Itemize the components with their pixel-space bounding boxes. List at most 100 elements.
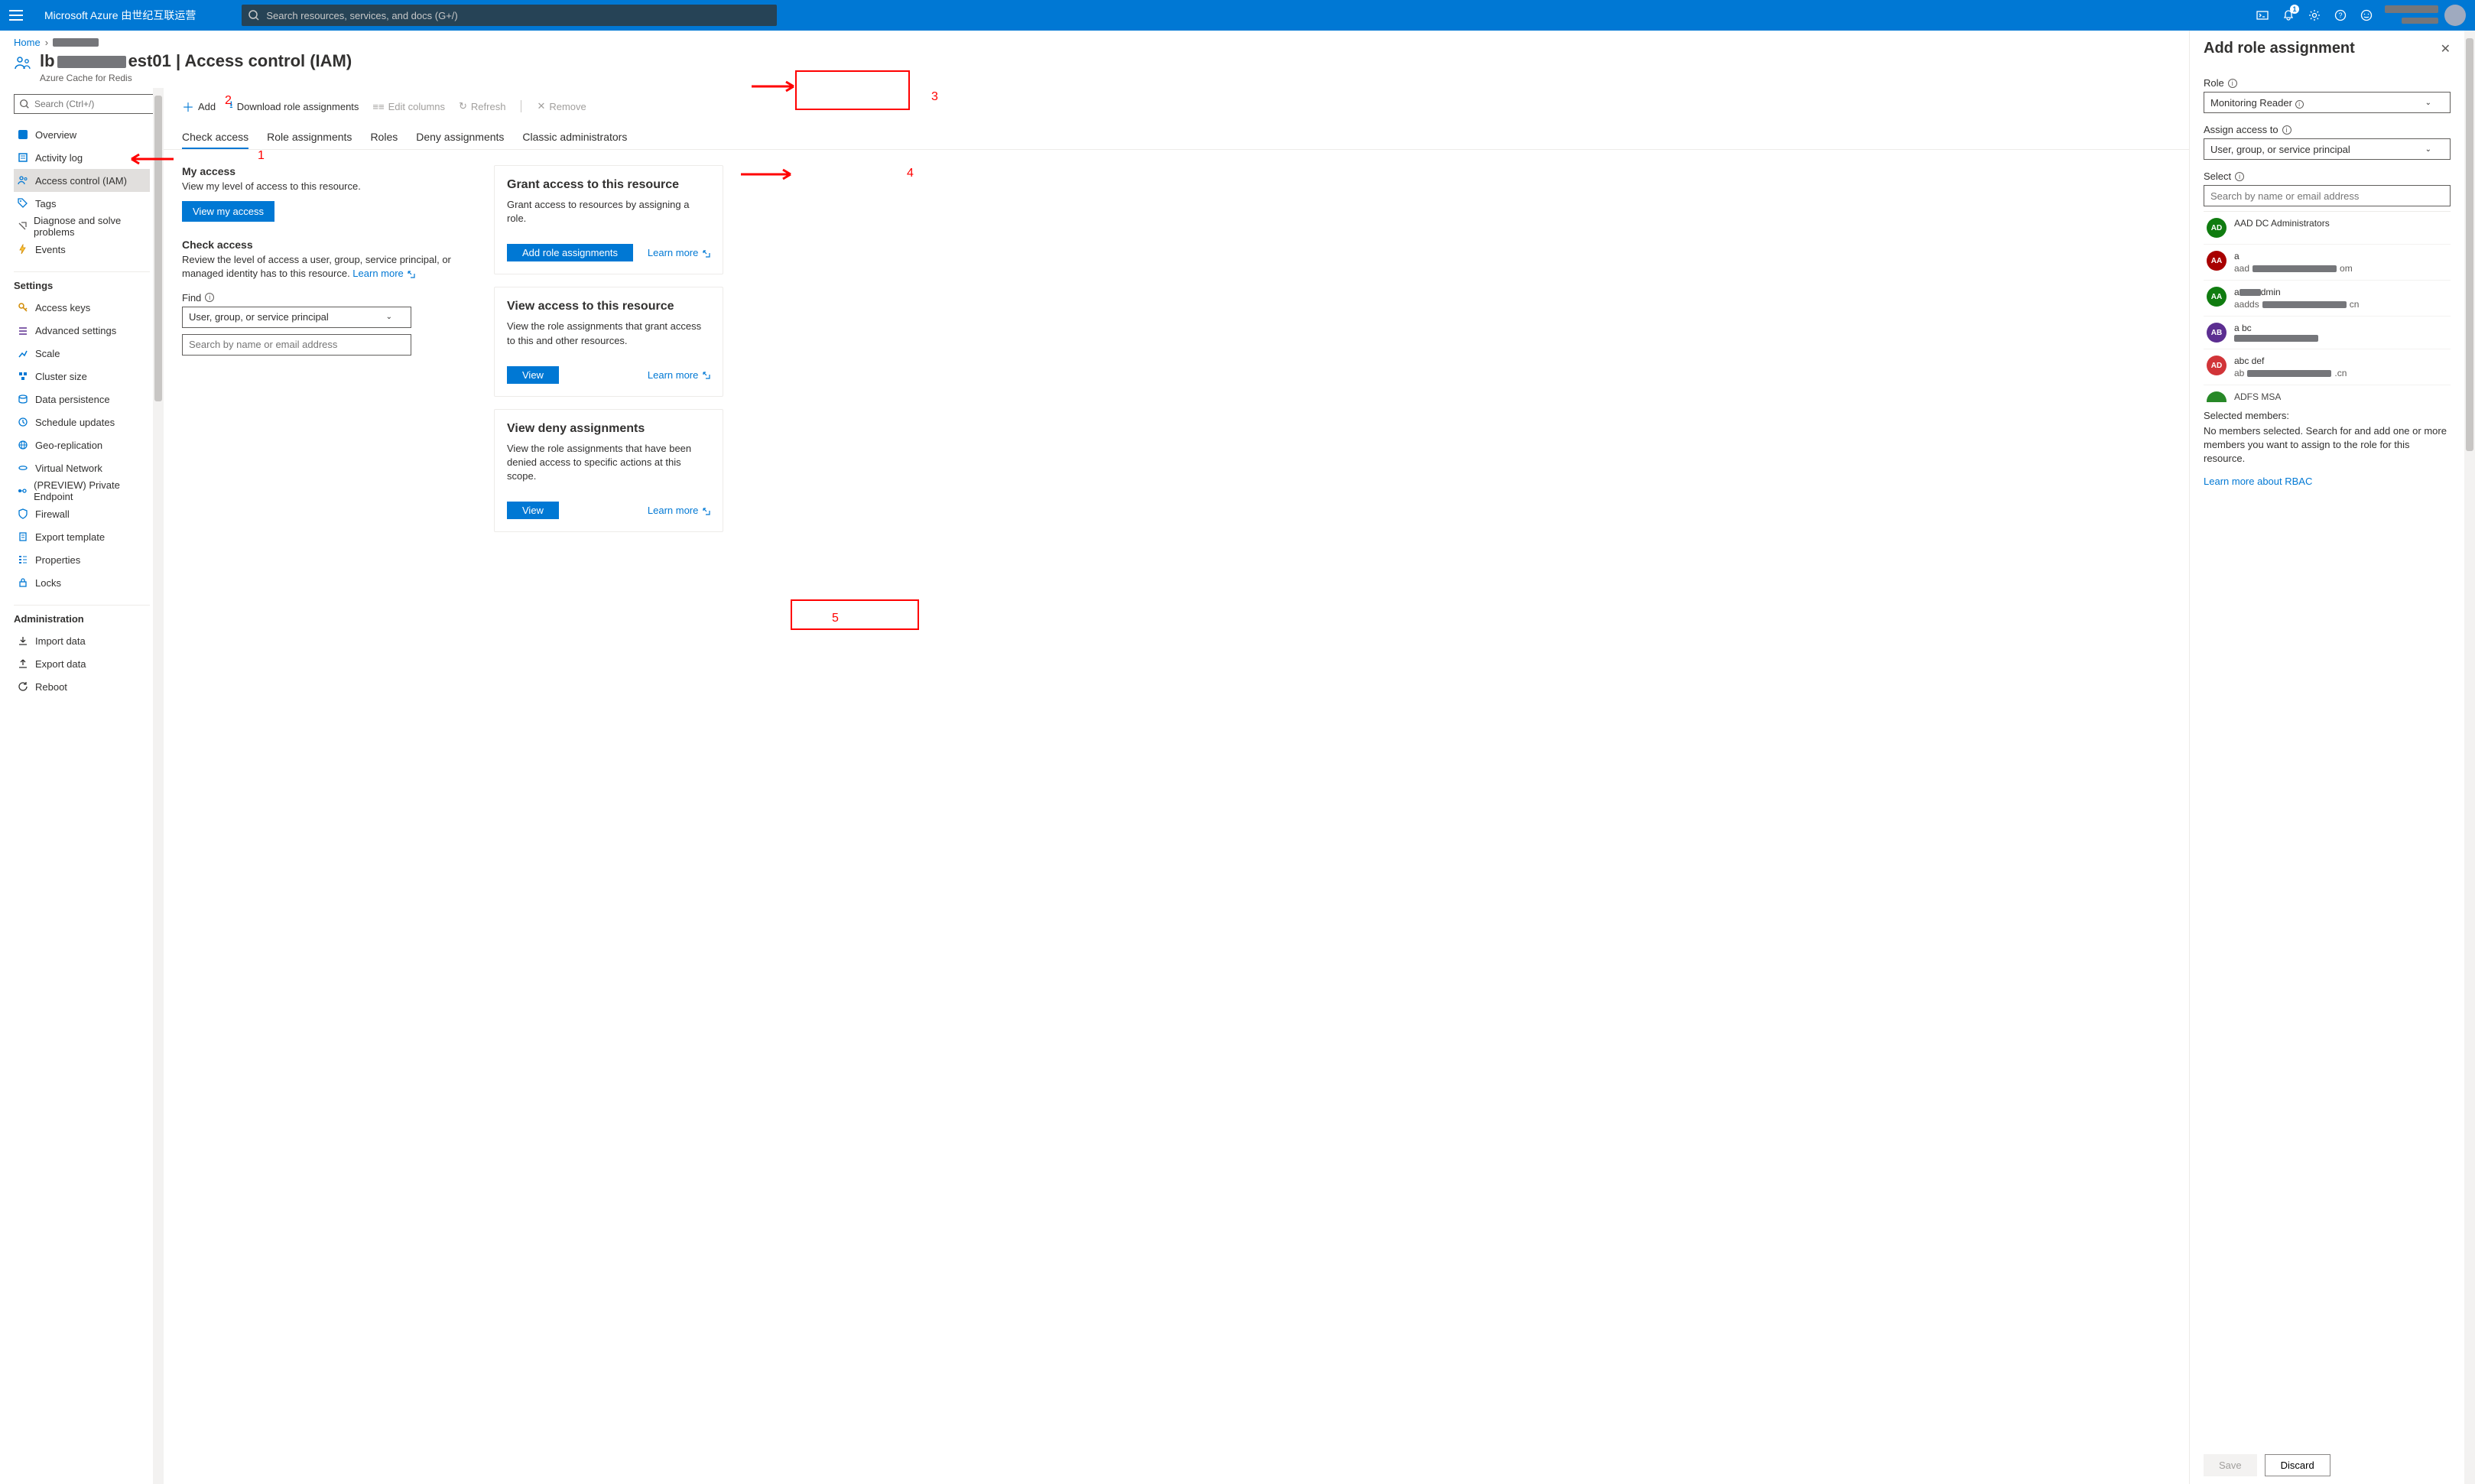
sidebar-item-access-keys[interactable]: Access keys — [14, 296, 150, 319]
role-select[interactable]: Monitoring Reader i⌄ — [2204, 92, 2451, 113]
info-icon[interactable]: i — [205, 293, 214, 302]
feedback-icon[interactable] — [2359, 8, 2374, 23]
tab-classic-admins[interactable]: Classic administrators — [522, 126, 627, 149]
global-search-input[interactable] — [242, 5, 777, 26]
card-desc: View the role assignments that grant acc… — [507, 320, 710, 347]
breadcrumb: Home › — [0, 31, 2475, 51]
avatar — [2207, 391, 2227, 402]
tabs: Check access Role assignments Roles Deny… — [164, 123, 2475, 150]
sidebar-item-activity-log[interactable]: Activity log — [14, 146, 150, 169]
global-search[interactable] — [242, 5, 777, 26]
discard-button[interactable]: Discard — [2265, 1454, 2330, 1476]
selected-members-desc: No members selected. Search for and add … — [2204, 424, 2451, 466]
breadcrumb-home[interactable]: Home — [14, 37, 41, 48]
card-title: View access to this resource — [507, 300, 710, 313]
sidebar-item-schedule-updates[interactable]: Schedule updates — [14, 411, 150, 434]
sidebar-item-label: Firewall — [35, 508, 70, 520]
card-title: Grant access to this resource — [507, 178, 710, 192]
menu-scrollbar[interactable] — [153, 88, 164, 1484]
tags-icon — [17, 197, 29, 209]
principal-name: abc def — [2234, 356, 2347, 366]
help-icon[interactable]: ? — [2333, 8, 2348, 23]
account-menu[interactable] — [2385, 5, 2466, 27]
principal-name: a — [2234, 251, 2353, 261]
remove-button[interactable]: ✕Remove — [537, 100, 586, 112]
principal-item[interactable]: AAadminaaddscn — [2204, 281, 2451, 317]
sidebar-item-cluster-size[interactable]: Cluster size — [14, 365, 150, 388]
learn-more-link[interactable]: Learn more — [352, 268, 415, 279]
resource-menu-search[interactable] — [14, 94, 153, 114]
info-icon[interactable]: i — [2228, 79, 2237, 88]
sidebar-item-locks[interactable]: Locks — [14, 571, 150, 594]
principal-item[interactable]: ADabc defab.cn — [2204, 349, 2451, 385]
principal-item[interactable]: ADFS MSA — [2204, 385, 2451, 402]
sidebar-item-advanced-settings[interactable]: Advanced settings — [14, 319, 150, 342]
find-type-select[interactable]: User, group, or service principal⌄ — [182, 307, 411, 328]
sidebar-item-access-control-iam-[interactable]: Access control (IAM) — [14, 169, 150, 192]
sidebar-item-label: Export data — [35, 658, 86, 670]
sidebar-item-label: Data persistence — [35, 394, 110, 405]
info-icon[interactable]: i — [2295, 100, 2304, 109]
sidebar-item-reboot[interactable]: Reboot — [14, 675, 150, 698]
view-deny-button[interactable]: View — [507, 502, 559, 519]
sidebar-item-properties[interactable]: Properties — [14, 548, 150, 571]
notifications-icon[interactable]: 1 — [2281, 8, 2296, 23]
cluster-icon — [17, 370, 29, 382]
view-my-access-button[interactable]: View my access — [182, 201, 274, 222]
check-access-heading: Check access — [182, 239, 457, 251]
sidebar-item-geo-replication[interactable]: Geo-replication — [14, 434, 150, 456]
info-icon[interactable]: i — [2235, 172, 2244, 181]
exportdata-icon — [17, 658, 29, 670]
iam-icon — [14, 54, 32, 75]
assign-access-select[interactable]: User, group, or service principal⌄ — [2204, 138, 2451, 160]
principal-item[interactable]: AAaaadom — [2204, 245, 2451, 281]
sidebar-item-import-data[interactable]: Import data — [14, 629, 150, 652]
tab-check-access[interactable]: Check access — [182, 126, 248, 149]
tab-roles[interactable]: Roles — [370, 126, 398, 149]
learn-more-link[interactable]: Learn more — [648, 505, 710, 516]
role-label: Rolei — [2204, 77, 2451, 89]
sidebar-item-events[interactable]: Events — [14, 238, 150, 261]
refresh-button[interactable]: ↻Refresh — [459, 100, 505, 112]
sidebar-item-diagnose-and-solve-problems[interactable]: Diagnose and solve problems — [14, 215, 150, 238]
sidebar-item-label: Properties — [35, 554, 80, 566]
principal-item[interactable]: ADAAD DC Administrators — [2204, 212, 2451, 245]
sidebar-item-export-data[interactable]: Export data — [14, 652, 150, 675]
learn-more-link[interactable]: Learn more — [648, 247, 710, 258]
close-icon[interactable]: ✕ — [2441, 41, 2451, 57]
add-role-assignments-button[interactable]: Add role assignments — [507, 244, 633, 261]
tab-role-assignments[interactable]: Role assignments — [267, 126, 352, 149]
cloud-shell-icon[interactable] — [2255, 8, 2270, 23]
sidebar-item-scale[interactable]: Scale — [14, 342, 150, 365]
add-button[interactable]: ＋Add — [182, 97, 216, 115]
top-bar: Microsoft Azure 由世纪互联运营 1 ? — [0, 0, 2475, 31]
tab-deny-assignments[interactable]: Deny assignments — [416, 126, 504, 149]
settings-icon[interactable] — [2307, 8, 2322, 23]
sidebar-item--preview-private-endpoint[interactable]: (PREVIEW) Private Endpoint — [14, 479, 150, 502]
sidebar-item-overview[interactable]: Overview — [14, 123, 150, 146]
sidebar-item-data-persistence[interactable]: Data persistence — [14, 388, 150, 411]
edit-columns-button[interactable]: ≡≡Edit columns — [372, 101, 445, 112]
info-icon[interactable]: i — [2282, 125, 2291, 135]
learn-more-link[interactable]: Learn more — [648, 369, 710, 381]
sidebar-item-firewall[interactable]: Firewall — [14, 502, 150, 525]
find-search-input[interactable] — [182, 334, 411, 356]
blade-scrollbar[interactable] — [2464, 31, 2475, 1484]
principal-item[interactable]: ABa bc — [2204, 317, 2451, 349]
assign-access-label: Assign access toi — [2204, 124, 2451, 135]
check-access-desc: Review the level of access a user, group… — [182, 253, 457, 281]
learn-rbac-link[interactable]: Learn more about RBAC — [2204, 476, 2312, 487]
sidebar-item-tags[interactable]: Tags — [14, 192, 150, 215]
breadcrumb-resource[interactable] — [53, 38, 99, 47]
sidebar-item-label: Diagnose and solve problems — [34, 215, 147, 238]
sidebar-item-export-template[interactable]: Export template — [14, 525, 150, 548]
menu-icon[interactable] — [9, 5, 31, 26]
save-button[interactable]: Save — [2204, 1454, 2257, 1476]
sidebar-item-label: Import data — [35, 635, 86, 647]
notification-badge: 1 — [2290, 5, 2299, 14]
select-search-input[interactable] — [2204, 185, 2451, 206]
svg-text:?: ? — [2338, 11, 2342, 19]
download-button[interactable]: ⭳Download role assignments — [229, 98, 359, 115]
view-access-button[interactable]: View — [507, 366, 559, 384]
sidebar-item-virtual-network[interactable]: Virtual Network — [14, 456, 150, 479]
